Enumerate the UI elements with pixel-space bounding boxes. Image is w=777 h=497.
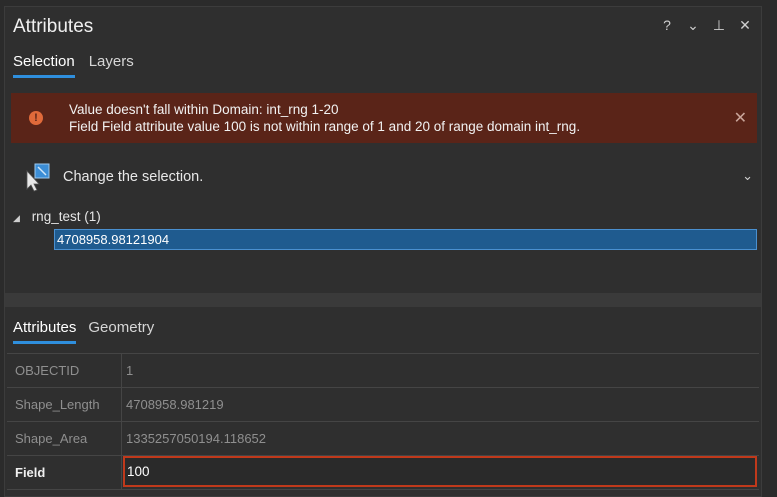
- field-name: Shape_Area: [7, 422, 122, 455]
- error-line-2: Field Field attribute value 100 is not w…: [69, 119, 581, 134]
- tab-selection[interactable]: Selection: [13, 53, 75, 78]
- bottom-tabs: Attributes Geometry: [13, 319, 154, 344]
- error-message: Value doesn't fall within Domain: int_rn…: [69, 101, 580, 135]
- error-close-icon[interactable]: ✕: [734, 108, 747, 128]
- pin-icon[interactable]: ⊥: [711, 16, 727, 34]
- field-name-field: Field: [7, 456, 122, 489]
- tab-attributes[interactable]: Attributes: [13, 319, 77, 344]
- select-cursor-icon: [21, 162, 53, 192]
- field-value: 1335257050194.118652: [126, 431, 267, 446]
- pane-splitter[interactable]: [5, 293, 761, 307]
- error-icon: !: [29, 111, 43, 125]
- field-name: Shape_Length: [7, 388, 122, 421]
- table-row: Shape_Length 4708958.981219: [7, 388, 759, 422]
- close-icon[interactable]: ✕: [737, 16, 753, 34]
- tab-layers[interactable]: Layers: [89, 53, 134, 78]
- tree-expand-icon[interactable]: ◢: [13, 213, 20, 224]
- field-name: OBJECTID: [7, 354, 122, 387]
- tab-geometry[interactable]: Geometry: [88, 319, 154, 344]
- attributes-pane: Attributes ? ⌄ ⊥ ✕ Selection Layers ! Va…: [4, 6, 762, 497]
- tree-item-selected[interactable]: 4708958.98121904: [54, 229, 757, 250]
- tree-node-layer[interactable]: rng_test (1): [32, 209, 101, 224]
- table-row: Shape_Area 1335257050194.118652: [7, 422, 759, 456]
- chevron-down-icon[interactable]: ⌄: [742, 168, 753, 184]
- title-bar: Attributes ? ⌄ ⊥ ✕: [5, 7, 761, 47]
- table-row: OBJECTID 1: [7, 354, 759, 388]
- help-icon[interactable]: ?: [659, 16, 675, 34]
- field-value-input[interactable]: 100: [123, 456, 757, 487]
- error-banner: ! Value doesn't fall within Domain: int_…: [11, 93, 757, 143]
- title-bar-icons: ? ⌄ ⊥ ✕: [659, 16, 753, 34]
- dropdown-icon[interactable]: ⌄: [685, 16, 701, 34]
- field-value: 4708958.981219: [126, 397, 224, 412]
- selection-tree: ◢ rng_test (1): [13, 209, 101, 224]
- change-selection-label: Change the selection.: [63, 169, 204, 185]
- field-value: 1: [126, 363, 134, 378]
- change-selection-row[interactable]: Change the selection. ⌄: [21, 162, 757, 192]
- error-line-1: Value doesn't fall within Domain: int_rn…: [69, 102, 339, 117]
- attribute-table: OBJECTID 1 Shape_Length 4708958.981219 S…: [7, 353, 759, 490]
- top-tabs: Selection Layers: [13, 53, 134, 78]
- pane-title: Attributes: [13, 16, 94, 37]
